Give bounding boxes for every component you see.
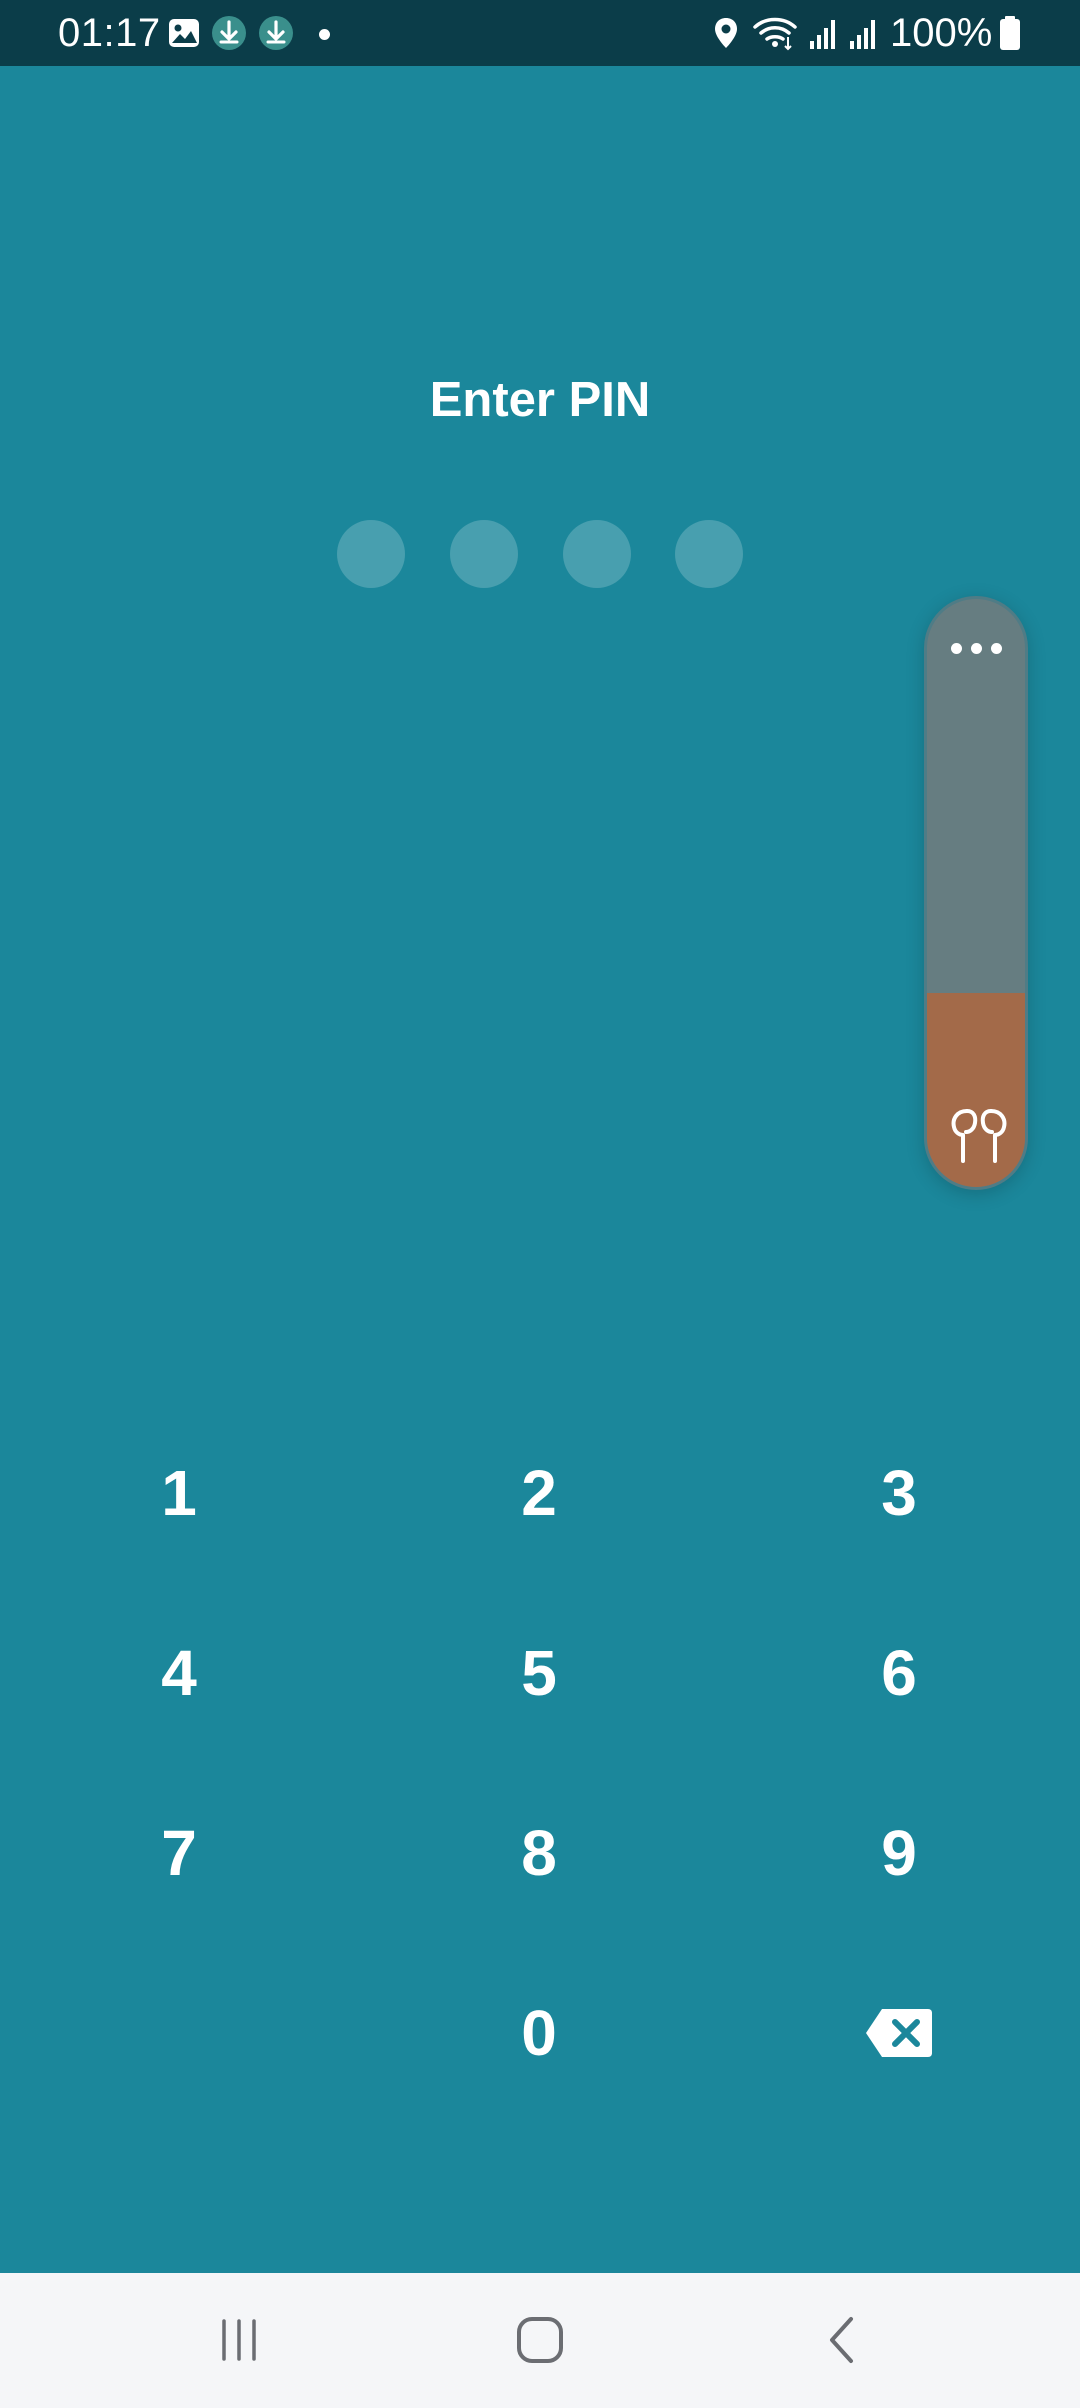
home-button[interactable] [495, 2300, 585, 2380]
download-app-icon [212, 16, 246, 50]
pin-dot [450, 520, 518, 588]
key-1[interactable]: 1 [79, 1413, 279, 1573]
key-6[interactable]: 6 [799, 1593, 999, 1753]
more-dots-icon[interactable] [927, 633, 1025, 663]
key-0[interactable]: 0 [439, 1953, 639, 2113]
pin-dot [675, 520, 743, 588]
battery-percentage: 100% [890, 11, 993, 55]
location-icon [715, 18, 737, 48]
earbuds-icon [951, 1109, 1007, 1163]
backspace-icon [866, 2009, 932, 2057]
key-7[interactable]: 7 [79, 1773, 279, 1933]
back-button[interactable] [797, 2300, 887, 2380]
wifi-icon [753, 17, 797, 51]
backspace-button[interactable] [799, 1953, 999, 2113]
battery-icon [1000, 16, 1020, 50]
pin-dot [337, 520, 405, 588]
key-9[interactable]: 9 [799, 1773, 999, 1933]
signal-icon [810, 20, 835, 49]
recents-icon [222, 2319, 256, 2361]
key-4[interactable]: 4 [79, 1593, 279, 1753]
status-bar: 01:17 100% [0, 0, 1080, 66]
home-icon [517, 2317, 563, 2363]
notification-dot-icon [319, 29, 330, 40]
pin-dot [563, 520, 631, 588]
navigation-bar [0, 2273, 1080, 2408]
status-time: 01:17 [58, 11, 161, 55]
download-app-icon [259, 16, 293, 50]
gallery-notification-icon [169, 19, 199, 47]
signal-icon [850, 20, 875, 49]
key-3[interactable]: 3 [799, 1413, 999, 1573]
back-icon [830, 2317, 853, 2363]
key-8[interactable]: 8 [439, 1773, 639, 1933]
volume-slider[interactable] [924, 596, 1028, 1190]
key-5[interactable]: 5 [439, 1593, 639, 1753]
key-2[interactable]: 2 [439, 1413, 639, 1573]
recents-button[interactable] [194, 2300, 284, 2380]
page-title: Enter PIN [429, 373, 651, 427]
